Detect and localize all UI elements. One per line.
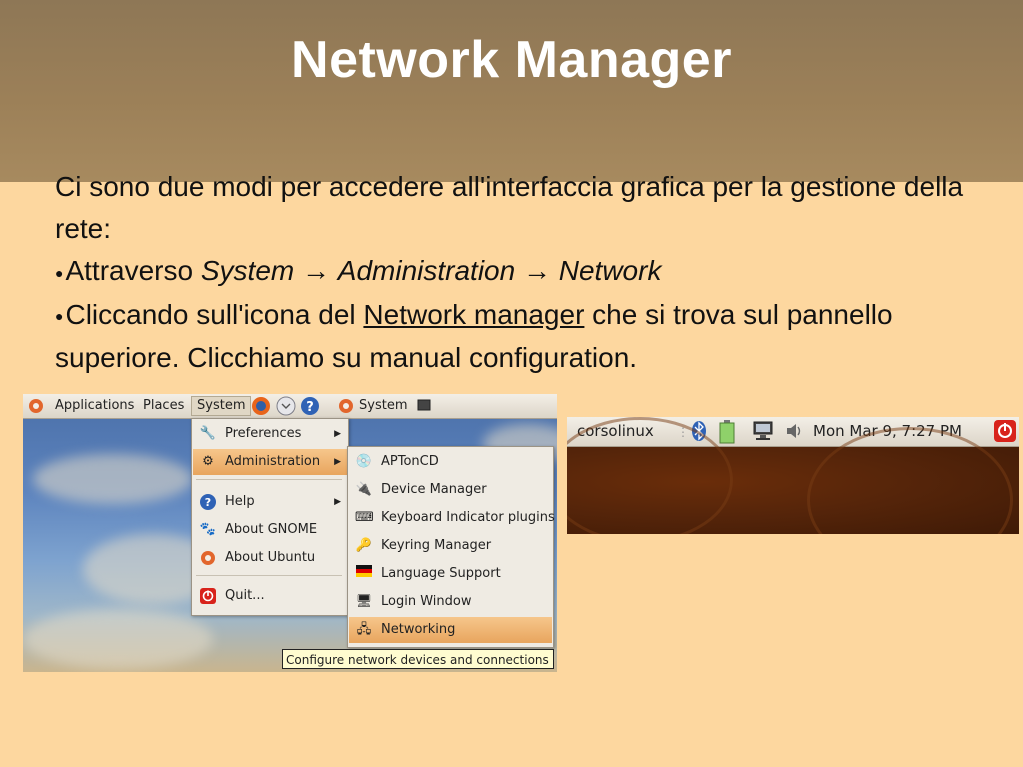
terminal-icon[interactable] (417, 398, 431, 414)
bullet-1-prefix: Attraverso (65, 255, 201, 286)
volume-icon[interactable] (785, 422, 805, 444)
menu-item-device-manager[interactable]: 🔌 Device Manager (349, 477, 552, 503)
ubuntu-logo-icon (29, 398, 43, 414)
networking-icon: 🖧 (356, 622, 372, 637)
network-manager-link[interactable]: Network manager (363, 299, 584, 330)
menu-item-about-ubuntu[interactable]: About Ubuntu (193, 545, 347, 571)
menu-separator (196, 575, 342, 576)
slide: Network Manager Ci sono due modi per acc… (0, 0, 1023, 767)
bullet-dot: ● (55, 264, 64, 281)
ubuntu-logo-icon (199, 549, 217, 567)
panel-system-label[interactable]: System (359, 398, 407, 414)
cd-icon: 💿 (355, 454, 373, 469)
power-icon[interactable] (993, 419, 1017, 447)
mail-icon[interactable] (276, 396, 296, 416)
help-icon: ? (199, 493, 217, 511)
device-manager-icon: 🔌 (355, 482, 373, 497)
preferences-icon: 🔧 (199, 426, 217, 441)
svg-text:?: ? (306, 400, 314, 415)
path-arrow-1: → (302, 255, 330, 286)
path-network: Network (558, 255, 662, 286)
menu-item-keyboard-indicator[interactable]: ⌨ Keyboard Indicator plugins (349, 505, 555, 531)
menu-system[interactable]: System (191, 396, 252, 416)
menu-item-preferences[interactable]: 🔧 Preferences ▶ (193, 421, 347, 447)
desktop-cloud (23, 609, 213, 669)
battery-icon[interactable] (719, 420, 735, 448)
submenu-arrow-icon: ▶ (334, 429, 341, 439)
slide-header (0, 0, 1023, 182)
networking-tooltip: Configure network devices and connection… (282, 649, 554, 669)
bullet-dot: ● (55, 308, 64, 325)
submenu-arrow-icon: ▶ (334, 457, 341, 467)
path-administration: Administration (337, 255, 516, 286)
menu-item-language-support[interactable]: Language Support (349, 561, 552, 587)
system-menu: 🔧 Preferences ▶ ⚙ Administration ▶ ? Hel… (191, 418, 349, 616)
menu-item-about-gnome[interactable]: 🐾 About GNOME (193, 517, 347, 543)
menu-places[interactable]: Places (143, 398, 184, 414)
svg-text:?: ? (205, 496, 211, 509)
menu-item-keyring-manager[interactable]: 🔑 Keyring Manager (349, 533, 552, 559)
bullet-1: ●Attraverso System → Administration → Ne… (55, 250, 975, 294)
keyboard-icon: ⌨ (355, 510, 374, 525)
firefox-icon[interactable] (251, 396, 271, 415)
slide-body: Ci sono due modi per accedere all'interf… (55, 166, 975, 379)
submenu-arrow-icon: ▶ (334, 497, 341, 507)
keyring-icon: 🔑 (355, 538, 373, 553)
path-system: System (200, 255, 295, 286)
menu-item-networking[interactable]: 🖧 Networking (349, 617, 552, 643)
menu-item-quit[interactable]: Quit... (193, 583, 347, 609)
desktop-background (567, 417, 1019, 534)
desktop-cloud (33, 454, 193, 504)
administration-submenu: 💿 APTonCD 🔌 Device Manager ⌨ Keyboard In… (347, 446, 555, 648)
bullet-2-prefix: Cliccando sull'icona del (65, 298, 364, 330)
menu-item-administration[interactable]: ⚙ Administration ▶ (193, 449, 347, 475)
flag-icon (355, 565, 373, 583)
path-arrow-2: → (522, 255, 551, 286)
menu-separator (196, 479, 342, 480)
ubuntu-logo-icon (339, 398, 353, 414)
top-panel-screenshot: corsolinux ⋮⋮ Mon Mar 9, 7:27 PM (567, 417, 1019, 534)
menu-item-aptoncd[interactable]: 💿 APTonCD (349, 449, 552, 475)
login-window-icon: 🖥 (355, 594, 373, 609)
gnome-foot-icon: 🐾 (199, 522, 217, 537)
menu-applications[interactable]: Applications (55, 398, 134, 414)
slide-title: Network Manager (291, 31, 732, 89)
administration-icon: ⚙ (202, 454, 214, 469)
menu-item-help[interactable]: ? Help ▶ (193, 489, 347, 515)
intro-text: Ci sono due modi per accedere all'interf… (55, 171, 964, 244)
bullet-2: ●Cliccando sull'icona del Network manage… (55, 294, 975, 380)
network-manager-icon[interactable] (752, 421, 774, 445)
gnome-top-panel: Applications Places System ? System (23, 394, 557, 419)
help-icon[interactable]: ? (300, 396, 320, 415)
menu-item-login-window[interactable]: 🖥 Login Window (349, 589, 552, 615)
gnome-menu-screenshot: Applications Places System ? System 🔧 Pr… (23, 394, 557, 672)
quit-icon (199, 587, 217, 605)
